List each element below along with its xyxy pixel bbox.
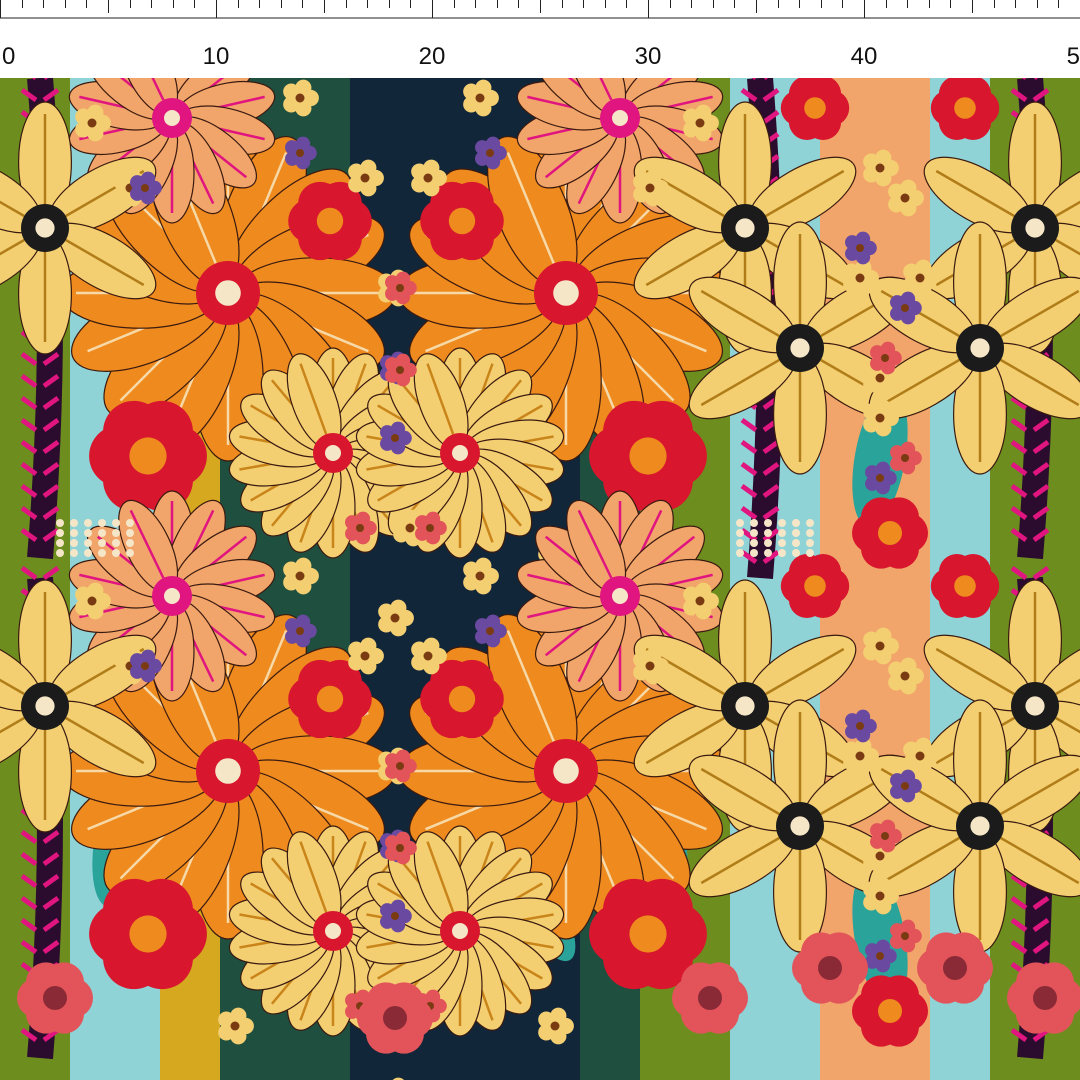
dot <box>98 539 106 547</box>
floral-fabric-pattern <box>0 78 1080 1080</box>
dot <box>792 549 800 557</box>
round-bloom <box>288 659 372 739</box>
round-bloom <box>357 982 433 1054</box>
ruler-number-label: 20 <box>419 43 446 70</box>
round-bloom <box>792 932 868 1004</box>
dot <box>98 519 106 527</box>
dot <box>778 529 786 537</box>
dot <box>736 519 744 527</box>
dot <box>112 549 120 557</box>
dot <box>84 519 92 527</box>
measuring-ruler: 0 10 20 30 40 5 <box>0 0 1080 78</box>
dot <box>70 549 78 557</box>
ruler-number-label: 30 <box>635 43 662 70</box>
dot <box>56 519 64 527</box>
dot <box>750 549 758 557</box>
dot <box>764 539 772 547</box>
round-bloom <box>17 962 93 1034</box>
dot <box>806 529 814 537</box>
round-bloom <box>917 932 993 1004</box>
dot <box>792 519 800 527</box>
dot <box>750 529 758 537</box>
dot <box>70 519 78 527</box>
dot <box>98 549 106 557</box>
round-bloom <box>672 962 748 1034</box>
round-bloom <box>852 497 928 569</box>
dot <box>126 519 134 527</box>
dot <box>792 529 800 537</box>
dot <box>736 549 744 557</box>
dot <box>778 549 786 557</box>
dot <box>736 529 744 537</box>
ruler-graphic: 0 10 20 30 40 5 <box>0 0 1080 70</box>
dot <box>736 539 744 547</box>
round-bloom <box>852 975 928 1047</box>
dot <box>56 539 64 547</box>
dot <box>56 529 64 537</box>
round-bloom <box>89 400 207 512</box>
round-bloom <box>288 181 372 261</box>
dot <box>806 519 814 527</box>
dot <box>98 529 106 537</box>
dot <box>806 549 814 557</box>
dot <box>764 519 772 527</box>
dot <box>126 549 134 557</box>
dot <box>806 539 814 547</box>
ruler-number-label: 0 <box>2 43 15 70</box>
ruler-number-label: 10 <box>203 43 230 70</box>
dot <box>750 539 758 547</box>
round-bloom <box>930 553 1000 619</box>
ruler-number-label: 5 <box>1067 43 1080 70</box>
dot <box>764 529 772 537</box>
dot <box>126 539 134 547</box>
dot <box>764 549 772 557</box>
dot <box>792 539 800 547</box>
dot <box>70 539 78 547</box>
ruler-number-label: 40 <box>851 43 878 70</box>
dot <box>112 539 120 547</box>
dot <box>70 529 78 537</box>
dot <box>112 519 120 527</box>
round-bloom <box>89 878 207 990</box>
dot <box>84 529 92 537</box>
dot <box>778 539 786 547</box>
dot <box>750 519 758 527</box>
dot <box>84 549 92 557</box>
dot <box>126 529 134 537</box>
round-bloom <box>589 400 707 512</box>
dot <box>56 549 64 557</box>
dot <box>112 529 120 537</box>
dot <box>778 519 786 527</box>
round-bloom <box>780 553 850 619</box>
dot <box>84 539 92 547</box>
floral-artwork <box>0 78 1080 1080</box>
